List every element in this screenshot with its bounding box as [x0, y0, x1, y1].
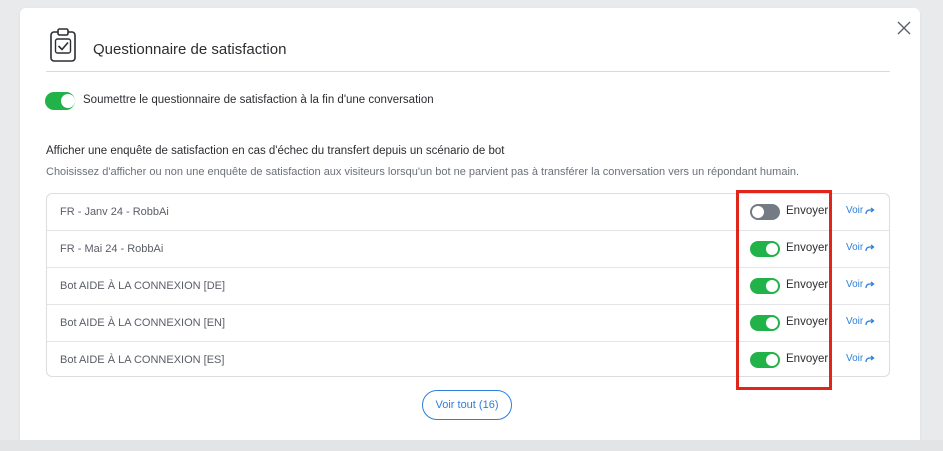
- send-survey-toggle[interactable]: [750, 241, 780, 257]
- submit-survey-label: Soumettre le questionnaire de satisfacti…: [83, 94, 434, 106]
- bot-name: FR - Janv 24 - RobbAi: [60, 206, 169, 218]
- bot-name: FR - Mai 24 - RobbAi: [60, 243, 164, 255]
- view-link-label: Voir: [846, 279, 864, 290]
- view-link[interactable]: Voir: [846, 205, 875, 216]
- section-title: Afficher une enquête de satisfaction en …: [46, 145, 505, 157]
- bot-name: Bot AIDE À LA CONNEXION [EN]: [60, 317, 226, 329]
- section-description: Choisissez d'afficher ou non une enquête…: [46, 166, 800, 178]
- send-survey-toggle[interactable]: [750, 278, 780, 294]
- bot-list: FR - Janv 24 - RobbAi Envoyer Voir FR - …: [46, 193, 890, 377]
- header-divider: [46, 71, 890, 72]
- view-link-label: Voir: [846, 353, 864, 364]
- bot-row: Bot AIDE À LA CONNEXION [EN] Envoyer Voi…: [47, 305, 889, 342]
- bot-row: Bot AIDE À LA CONNEXION [DE] Envoyer Voi…: [47, 268, 889, 305]
- clipboard-check-icon: [50, 28, 76, 62]
- bot-name: Bot AIDE À LA CONNEXION [DE]: [60, 280, 226, 292]
- view-link[interactable]: Voir: [846, 316, 875, 327]
- toggle-knob: [752, 206, 764, 218]
- send-label: Envoyer: [786, 242, 829, 254]
- toggle-knob: [766, 317, 778, 329]
- send-survey-toggle[interactable]: [750, 204, 780, 220]
- close-icon: [897, 21, 911, 35]
- redirect-arrow-icon: [865, 206, 875, 214]
- send-label: Envoyer: [786, 205, 829, 217]
- view-link[interactable]: Voir: [846, 279, 875, 290]
- satisfaction-dialog: Questionnaire de satisfaction Soumettre …: [20, 8, 920, 449]
- view-link-label: Voir: [846, 242, 864, 253]
- bot-row: FR - Mai 24 - RobbAi Envoyer Voir: [47, 231, 889, 268]
- send-survey-toggle[interactable]: [750, 315, 780, 331]
- close-button[interactable]: [894, 18, 914, 38]
- view-link[interactable]: Voir: [846, 353, 875, 364]
- dialog-title: Questionnaire de satisfaction: [93, 41, 287, 58]
- toggle-knob: [61, 94, 75, 108]
- submit-survey-toggle[interactable]: [45, 92, 75, 110]
- see-all-button[interactable]: Voir tout (16): [422, 390, 512, 420]
- send-label: Envoyer: [786, 316, 829, 328]
- send-survey-toggle[interactable]: [750, 352, 780, 368]
- bot-row: Bot AIDE À LA CONNEXION [ES] Envoyer Voi…: [47, 342, 889, 376]
- toggle-knob: [766, 354, 778, 366]
- toggle-knob: [766, 243, 778, 255]
- redirect-arrow-icon: [865, 354, 875, 362]
- send-label: Envoyer: [786, 353, 829, 365]
- view-link-label: Voir: [846, 205, 864, 216]
- bot-name: Bot AIDE À LA CONNEXION [ES]: [60, 354, 225, 366]
- send-label: Envoyer: [786, 279, 829, 291]
- redirect-arrow-icon: [865, 243, 875, 251]
- bot-row: FR - Janv 24 - RobbAi Envoyer Voir: [47, 194, 889, 231]
- toggle-knob: [766, 280, 778, 292]
- redirect-arrow-icon: [865, 280, 875, 288]
- view-link[interactable]: Voir: [846, 242, 875, 253]
- page-bottom-strip: [0, 440, 943, 451]
- redirect-arrow-icon: [865, 317, 875, 325]
- view-link-label: Voir: [846, 316, 864, 327]
